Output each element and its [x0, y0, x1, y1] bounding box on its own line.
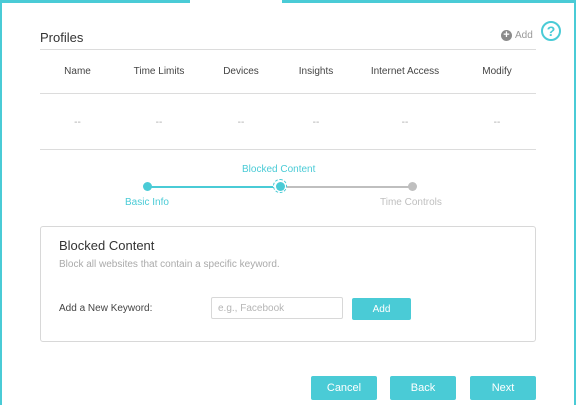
step-dot-blocked-content	[276, 182, 285, 191]
window-border-top-left	[0, 0, 190, 3]
next-button[interactable]: Next	[470, 376, 536, 400]
window-border-top-right	[282, 0, 576, 3]
column-header-devices: Devices	[223, 66, 259, 77]
add-profile-button[interactable]: + Add	[501, 30, 533, 41]
cell-time-limits: --	[155, 117, 163, 128]
cancel-button[interactable]: Cancel	[311, 376, 377, 400]
step-dot-time-controls	[408, 182, 417, 191]
help-icon[interactable]: ?	[541, 21, 561, 41]
cell-devices: --	[237, 117, 245, 128]
plus-circle-icon: +	[501, 30, 512, 41]
cell-insights: --	[312, 117, 320, 128]
add-keyword-button[interactable]: Add	[352, 298, 411, 320]
keyword-input[interactable]	[211, 297, 343, 319]
cell-modify: --	[493, 117, 501, 128]
step-label-blocked-content: Blocked Content	[242, 164, 316, 175]
keyword-field-label: Add a New Keyword:	[59, 303, 153, 314]
cell-internet-access: --	[401, 117, 409, 128]
step-connector-upcoming	[280, 186, 412, 188]
blocked-content-description: Block all websites that contain a specif…	[59, 259, 280, 270]
blocked-content-title: Blocked Content	[59, 238, 155, 253]
column-header-insights: Insights	[298, 66, 334, 77]
column-header-time-limits: Time Limits	[133, 66, 185, 77]
step-label-basic-info: Basic Info	[125, 197, 169, 208]
step-dot-basic-info	[143, 182, 152, 191]
step-label-time-controls: Time Controls	[380, 197, 442, 208]
column-header-modify: Modify	[482, 66, 512, 77]
column-header-name: Name	[64, 66, 91, 77]
blocked-content-panel: Blocked Content Block all websites that …	[40, 226, 536, 342]
back-button[interactable]: Back	[390, 376, 456, 400]
cell-name: --	[74, 117, 81, 128]
step-connector-completed	[147, 186, 280, 188]
table-top-divider	[40, 49, 536, 50]
add-profile-label: Add	[515, 30, 533, 41]
table-bottom-divider	[40, 149, 536, 150]
column-header-internet-access: Internet Access	[370, 66, 440, 77]
table-header-divider	[40, 93, 536, 94]
profiles-title: Profiles	[40, 30, 84, 45]
window-border-left	[0, 0, 2, 405]
